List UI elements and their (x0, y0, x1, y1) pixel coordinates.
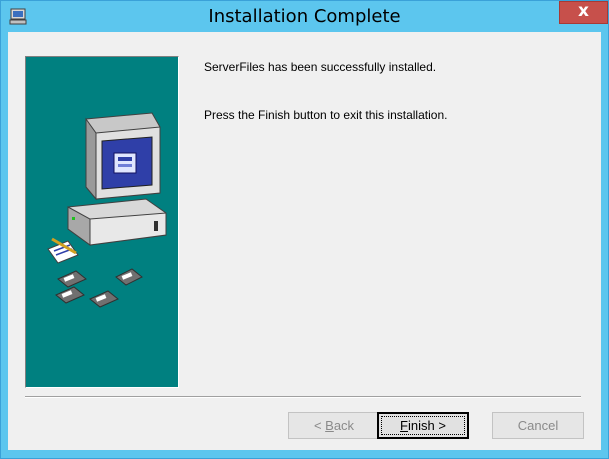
back-label-rest: ack (333, 418, 355, 433)
close-icon: x (578, 1, 589, 21)
focus-rectangle (381, 416, 465, 435)
side-graphic-panel (25, 56, 179, 388)
back-button[interactable]: < Back (288, 412, 380, 439)
installed-message: ServerFiles has been successfully instal… (204, 60, 437, 74)
back-mnemonic: B (325, 418, 334, 433)
title-bar[interactable]: Installation Complete x (1, 1, 608, 32)
finish-button[interactable]: Finish > (377, 412, 469, 439)
cancel-button[interactable]: Cancel (492, 412, 584, 439)
computer-with-floppy-disks-icon (47, 112, 167, 308)
back-prefix: < (313, 418, 326, 433)
dialog-body: ServerFiles has been successfully instal… (8, 32, 601, 450)
cancel-label: Cancel (517, 418, 559, 433)
button-separator (25, 396, 581, 398)
installer-window: Installation Complete x ServerFiles has … (0, 0, 609, 459)
window-title: Installation Complete (208, 6, 401, 27)
close-button[interactable]: x (559, 1, 608, 24)
finish-instruction: Press the Finish button to exit this ins… (204, 108, 448, 122)
